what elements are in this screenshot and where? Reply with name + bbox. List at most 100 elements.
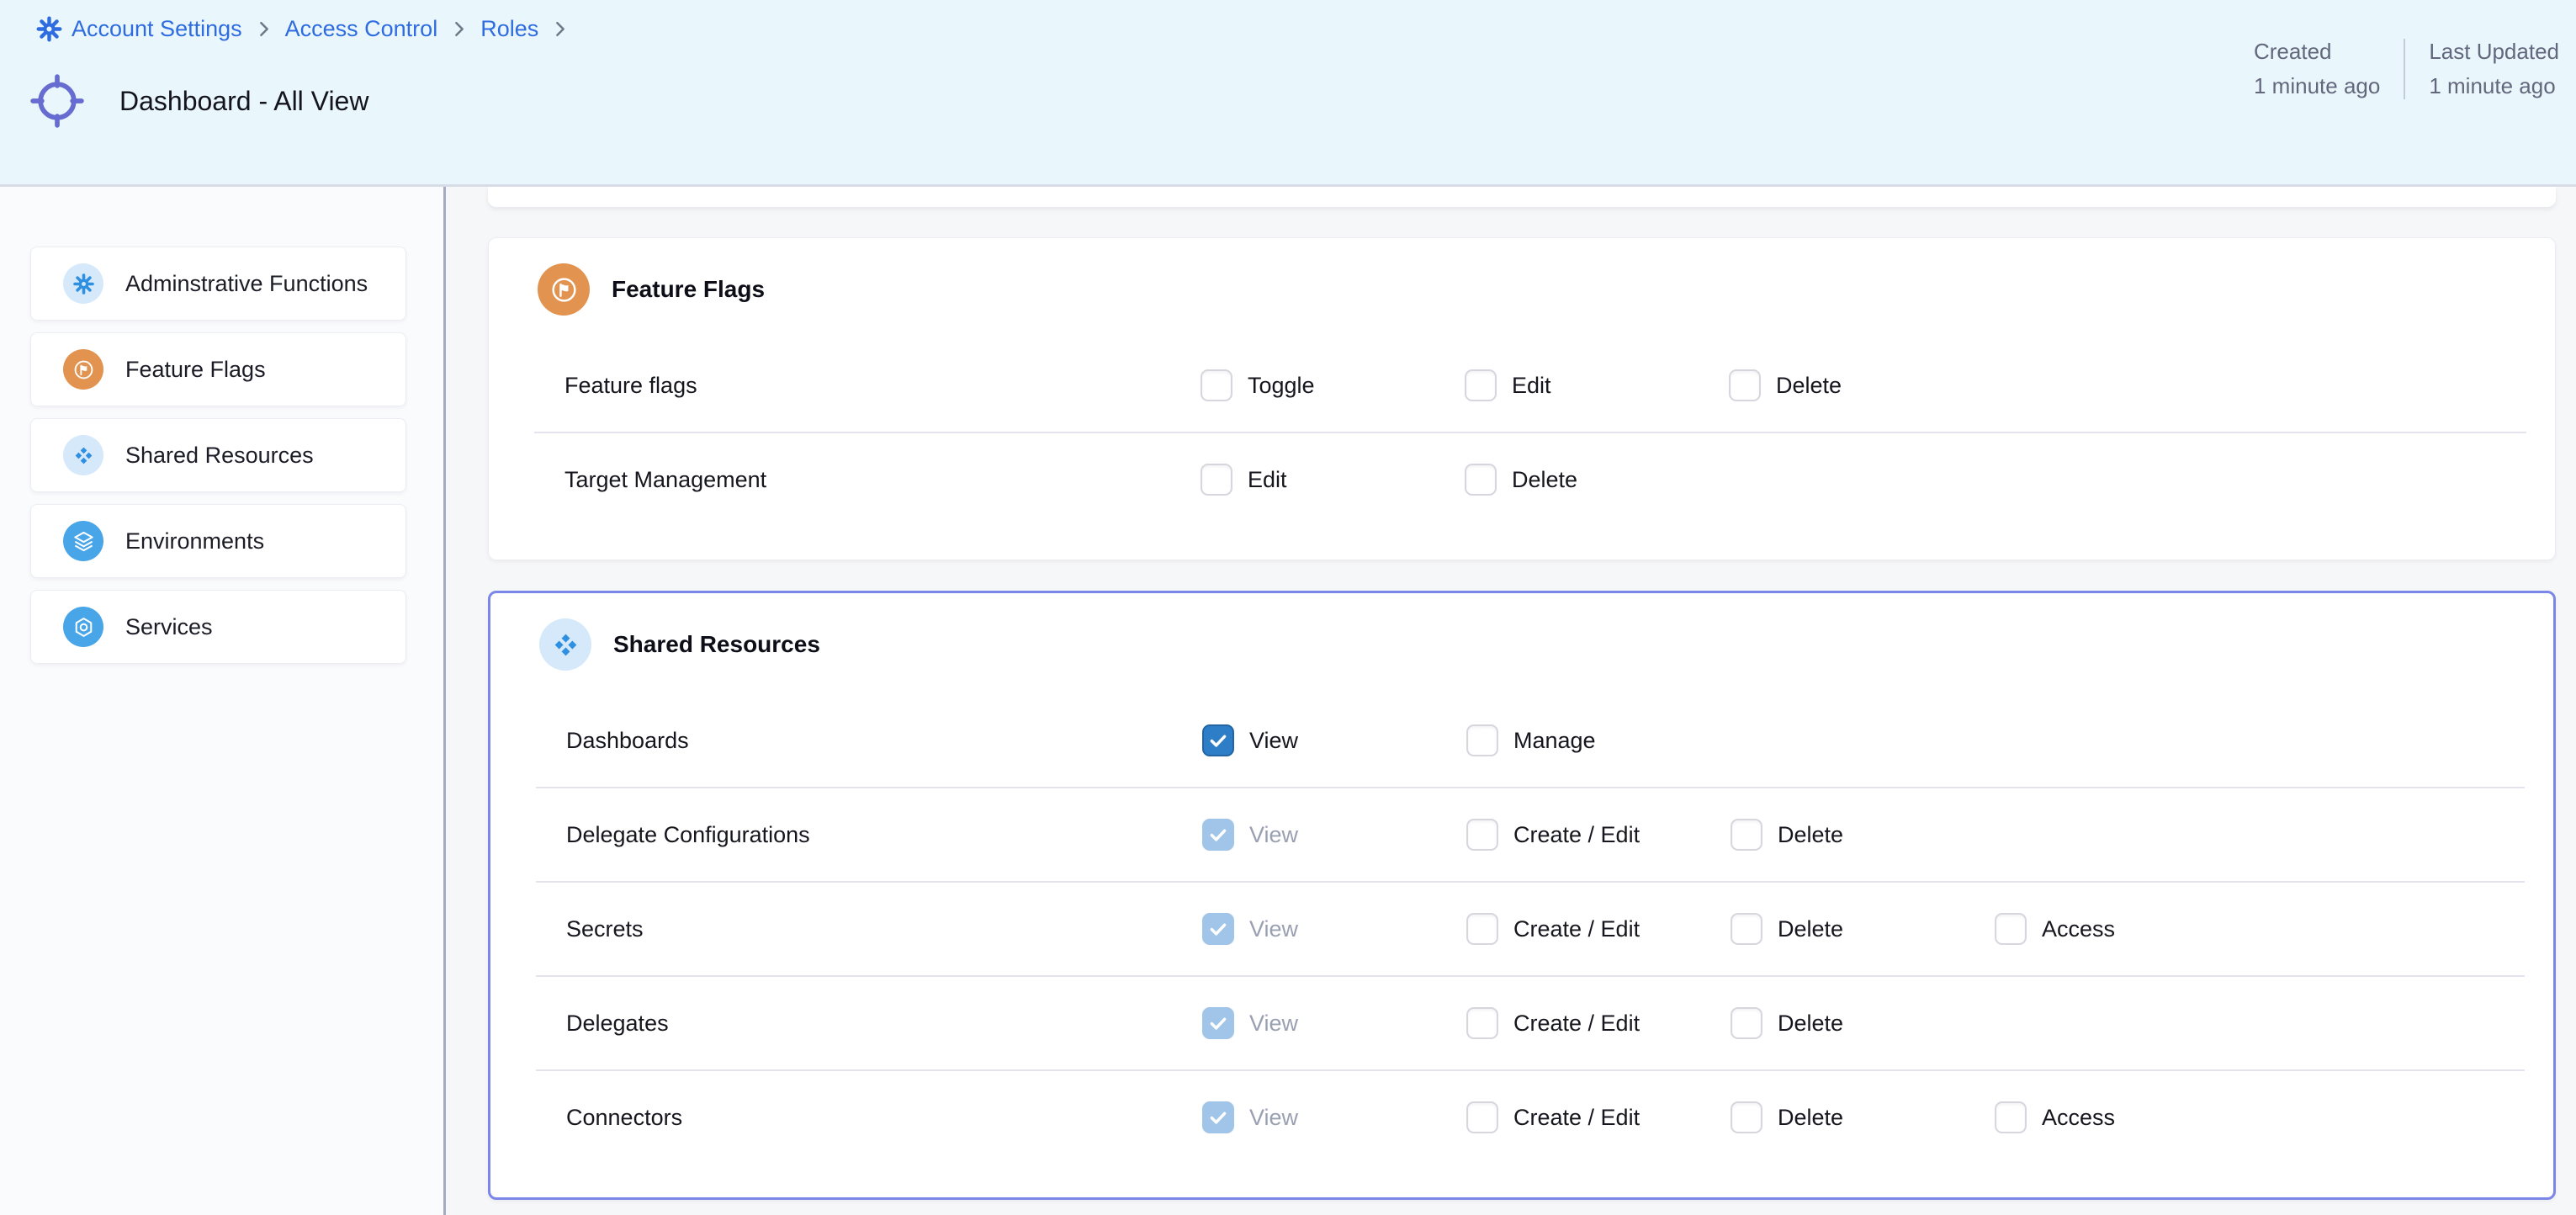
- check-icon: [1206, 729, 1230, 752]
- checkbox[interactable]: [1202, 1101, 1234, 1133]
- permission-label: Create / Edit: [1513, 916, 1640, 942]
- hexagon-icon: [63, 607, 103, 647]
- checkbox[interactable]: [1731, 913, 1762, 945]
- page-title: Dashboard - All View: [119, 86, 368, 117]
- last-updated-meta: Last Updated 1 minute ago: [2429, 39, 2559, 99]
- section-title: Feature Flags: [612, 276, 765, 303]
- checkbox[interactable]: [1466, 1101, 1498, 1133]
- permission-secrets-view[interactable]: View: [1202, 913, 1466, 945]
- permission-connectors-view[interactable]: View: [1202, 1101, 1466, 1133]
- permission-label: Delete: [1778, 916, 1843, 942]
- sidebar-item-label: Environments: [125, 528, 264, 554]
- checkbox[interactable]: [1202, 1007, 1234, 1039]
- permission-label: Manage: [1513, 728, 1596, 754]
- checkbox[interactable]: [1202, 819, 1234, 851]
- breadcrumb-label[interactable]: Account Settings: [72, 16, 242, 42]
- last-updated-label: Last Updated: [2429, 39, 2559, 65]
- resource-label: Secrets: [566, 916, 1202, 942]
- checkbox[interactable]: [1201, 464, 1232, 496]
- layers-icon: [63, 521, 103, 561]
- permission-target-management-delete[interactable]: Delete: [1465, 464, 1729, 496]
- sidebar-item-shared-resources[interactable]: Shared Resources: [30, 418, 406, 492]
- breadcrumb-roles[interactable]: Roles: [480, 16, 538, 42]
- permission-options: View Create / Edit Delete Access: [1202, 1101, 2259, 1133]
- permission-secrets-create-edit[interactable]: Create / Edit: [1466, 913, 1731, 945]
- permission-dashboards-view[interactable]: View: [1202, 724, 1466, 756]
- crosshair-icon: [29, 72, 86, 130]
- sidebar-item-label: Feature Flags: [125, 357, 266, 383]
- checkbox[interactable]: [1466, 913, 1498, 945]
- permission-delegates-view[interactable]: View: [1202, 1007, 1466, 1039]
- permission-connectors-create-edit[interactable]: Create / Edit: [1466, 1101, 1731, 1133]
- chevron-right-icon: [448, 19, 469, 40]
- checkbox[interactable]: [1202, 913, 1234, 945]
- section-shared-resources: Shared Resources Dashboards View Manage …: [488, 591, 2556, 1200]
- sidebar-item-environments[interactable]: Environments: [30, 504, 406, 578]
- diamond-grid-icon: [63, 435, 103, 475]
- permission-feature-flags-toggle[interactable]: Toggle: [1201, 369, 1465, 401]
- permission-delegate-configurations-view[interactable]: View: [1202, 819, 1466, 851]
- permission-label: View: [1249, 1105, 1298, 1131]
- diamond-grid-icon: [539, 618, 591, 671]
- flag-icon: [538, 263, 590, 316]
- sidebar-item-label: Shared Resources: [125, 443, 314, 469]
- permission-label: View: [1249, 822, 1298, 848]
- sidebar-item-adminstrative-functions[interactable]: Adminstrative Functions: [30, 247, 406, 321]
- resource-row-secrets: Secrets View Create / Edit Delete Access: [490, 883, 2553, 975]
- checkbox[interactable]: [1731, 1101, 1762, 1133]
- breadcrumb-access-control[interactable]: Access Control: [285, 16, 438, 42]
- gear-icon: [63, 263, 103, 304]
- permission-secrets-access[interactable]: Access: [1995, 913, 2259, 945]
- section-rows: Feature flags Toggle Edit Delete Target …: [489, 339, 2555, 526]
- sidebar-item-feature-flags[interactable]: Feature Flags: [30, 332, 406, 406]
- checkbox[interactable]: [1466, 724, 1498, 756]
- permission-label: Edit: [1512, 373, 1551, 399]
- check-icon: [1206, 917, 1230, 941]
- permission-target-management-edit[interactable]: Edit: [1201, 464, 1465, 496]
- sections: Feature Flags Feature flags Toggle Edit …: [446, 237, 2576, 1200]
- section-feature-flags: Feature Flags Feature flags Toggle Edit …: [488, 237, 2556, 560]
- checkbox[interactable]: [1466, 819, 1498, 851]
- chevron-right-icon: [549, 19, 570, 40]
- gear-icon: [35, 15, 63, 43]
- permission-label: View: [1249, 916, 1298, 942]
- previous-section-card-bottom: [488, 187, 2556, 207]
- page-header: Account Settings Access Control Roles Da…: [0, 0, 2576, 187]
- resource-row-delegate-configurations: Delegate Configurations View Create / Ed…: [490, 788, 2553, 881]
- checkbox[interactable]: [1465, 464, 1497, 496]
- checkbox[interactable]: [1731, 1007, 1762, 1039]
- permission-delegate-configurations-create-edit[interactable]: Create / Edit: [1466, 819, 1731, 851]
- permission-connectors-access[interactable]: Access: [1995, 1101, 2259, 1133]
- checkbox[interactable]: [1731, 819, 1762, 851]
- resource-label: Delegates: [566, 1011, 1202, 1037]
- checkbox[interactable]: [1729, 369, 1761, 401]
- checkbox[interactable]: [1465, 369, 1497, 401]
- permission-feature-flags-edit[interactable]: Edit: [1465, 369, 1729, 401]
- permission-delegates-delete[interactable]: Delete: [1731, 1007, 1995, 1039]
- permission-options: Toggle Edit Delete: [1201, 369, 1993, 401]
- permission-label: Delete: [1778, 1011, 1843, 1037]
- checkbox[interactable]: [1995, 1101, 2027, 1133]
- sidebar-item-services[interactable]: Services: [30, 590, 406, 664]
- check-icon: [1206, 1011, 1230, 1035]
- permission-secrets-delete[interactable]: Delete: [1731, 913, 1995, 945]
- permission-delegate-configurations-delete[interactable]: Delete: [1731, 819, 1995, 851]
- permission-options: View Create / Edit Delete: [1202, 819, 1995, 851]
- checkbox[interactable]: [1466, 1007, 1498, 1039]
- permission-label: Create / Edit: [1513, 822, 1640, 848]
- breadcrumb-account-settings[interactable]: Account Settings: [35, 15, 242, 43]
- section-header: Feature Flags: [489, 263, 2555, 316]
- checkbox[interactable]: [1201, 369, 1232, 401]
- checkbox[interactable]: [1995, 913, 2027, 945]
- permission-feature-flags-delete[interactable]: Delete: [1729, 369, 1993, 401]
- permission-delegates-create-edit[interactable]: Create / Edit: [1466, 1007, 1731, 1039]
- permission-dashboards-manage[interactable]: Manage: [1466, 724, 1731, 756]
- permission-label: Edit: [1248, 467, 1287, 493]
- breadcrumb: Account Settings Access Control Roles: [35, 15, 570, 43]
- resource-label: Target Management: [564, 467, 1201, 493]
- meta-divider: [2404, 39, 2405, 99]
- permission-options: View Create / Edit Delete: [1202, 1007, 1995, 1039]
- resource-row-feature-flags: Feature flags Toggle Edit Delete: [489, 339, 2555, 432]
- permission-connectors-delete[interactable]: Delete: [1731, 1101, 1995, 1133]
- checkbox[interactable]: [1202, 724, 1234, 756]
